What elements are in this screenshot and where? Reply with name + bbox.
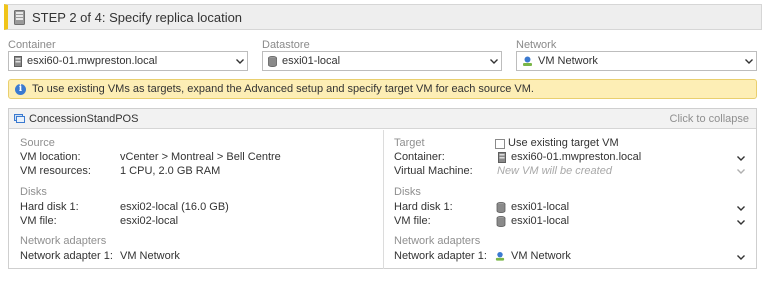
target-vm-label: Virtual Machine: [394,165,473,177]
server-icon [498,152,506,163]
vm-resources-value: 1 CPU, 2.0 GB RAM [120,165,221,177]
container-label: Container [8,39,56,51]
datastore-icon [496,216,506,227]
step-header: STEP 2 of 4: Specify replica location [4,4,762,30]
source-disks-heading: Disks [20,186,47,198]
chevron-down-icon[interactable] [233,58,247,64]
use-existing-label[interactable]: Use existing target VM [508,137,619,149]
vm-panel: ConcessionStandPOS Click to collapse Sou… [8,108,757,269]
source-vm-file-value: esxi02-local [120,215,179,227]
chevron-down-icon[interactable] [735,204,747,214]
target-network-heading: Network adapters [394,235,481,247]
network-icon [523,56,532,66]
info-icon: i [15,83,26,95]
target-vm-file-value[interactable]: esxi01-local [511,215,569,227]
info-message: To use existing VMs as targets, expand t… [32,83,534,95]
chevron-down-icon[interactable] [735,253,747,263]
target-adapter-value[interactable]: VM Network [511,250,571,262]
info-banner: i To use existing VMs as targets, expand… [8,79,757,99]
use-existing-checkbox[interactable] [495,139,505,149]
target-disks-heading: Disks [394,186,421,198]
chevron-down-icon[interactable] [735,154,747,164]
source-heading: Source [20,137,55,149]
chevron-down-icon[interactable] [487,58,501,64]
column-divider [383,130,384,269]
datastore-icon [268,55,277,67]
chevron-down-icon[interactable] [735,218,747,228]
source-adapter-label: Network adapter 1: [20,250,113,262]
target-container-label: Container: [394,151,445,163]
source-adapter-value: VM Network [120,250,180,262]
source-network-heading: Network adapters [20,235,107,247]
source-hard-disk-label: Hard disk 1: [20,201,79,213]
chevron-down-icon[interactable] [735,167,747,177]
collapse-link[interactable]: Click to collapse [670,113,749,125]
datastore-label: Datastore [262,39,310,51]
vm-resources-label: VM resources: [20,165,91,177]
datastore-value: esxi01-local [282,55,341,67]
vm-location-label: VM location: [20,151,81,163]
container-value: esxi60-01.mwpreston.local [27,55,158,67]
vm-icon [14,114,25,123]
container-select[interactable]: esxi60-01.mwpreston.local [8,51,248,71]
step-title: STEP 2 of 4: Specify replica location [32,9,243,25]
network-select[interactable]: VM Network [516,51,757,71]
server-icon [14,9,25,25]
chevron-down-icon[interactable] [742,58,756,64]
target-adapter-label: Network adapter 1: [394,250,487,262]
target-hard-disk-value[interactable]: esxi01-local [511,201,569,213]
source-vm-file-label: VM file: [20,215,57,227]
network-icon [495,251,505,261]
network-label: Network [516,39,557,51]
server-icon [14,55,22,67]
network-value: VM Network [538,55,598,67]
target-heading: Target [394,137,425,149]
vm-panel-header[interactable]: ConcessionStandPOS Click to collapse [9,109,756,129]
target-vm-file-label: VM file: [394,215,431,227]
target-vm-placeholder[interactable]: New VM will be created [497,165,612,177]
datastore-select[interactable]: esxi01-local [262,51,502,71]
source-hard-disk-value: esxi02-local (16.0 GB) [120,201,229,213]
vm-location-value: vCenter > Montreal > Bell Centre [120,151,281,163]
target-hard-disk-label: Hard disk 1: [394,201,453,213]
target-container-value[interactable]: esxi60-01.mwpreston.local [511,151,641,163]
datastore-icon [496,202,506,213]
vm-name: ConcessionStandPOS [29,112,139,125]
